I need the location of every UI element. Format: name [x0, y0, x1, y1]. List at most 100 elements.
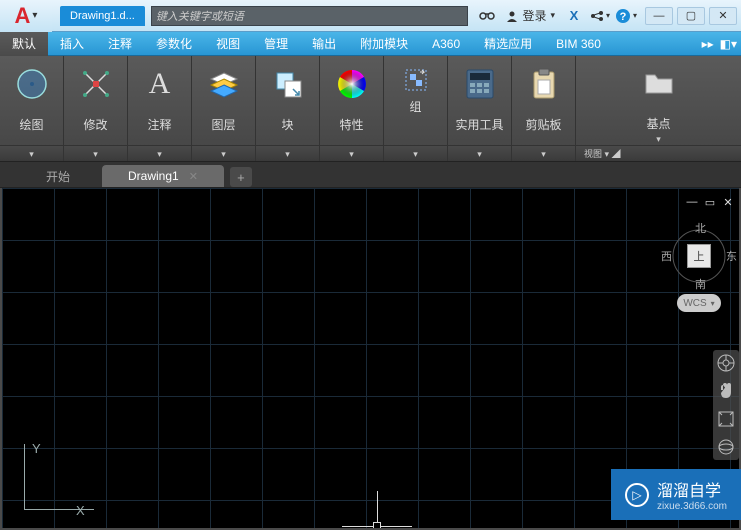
- ribbon-minimize-icon[interactable]: ◧▾: [720, 37, 737, 51]
- panel-block[interactable]: 块 ▾: [256, 56, 320, 161]
- panel-utilities[interactable]: 实用工具 ▾: [448, 56, 512, 161]
- file-name-tab[interactable]: Drawing1.d...: [60, 6, 145, 26]
- layers-icon: [206, 66, 242, 102]
- viewcube-top-face[interactable]: 上: [687, 244, 711, 268]
- panel-label: 修改: [83, 116, 107, 133]
- viewport-controls: — ▭ ✕: [685, 196, 735, 208]
- panel-dropdown-icon[interactable]: ▾: [384, 145, 447, 161]
- folder-icon: [641, 66, 677, 101]
- modify-icon: [78, 66, 114, 102]
- new-tab-button[interactable]: +: [230, 167, 252, 187]
- panel-annotate[interactable]: A 注释 ▾: [128, 56, 192, 161]
- zoom-extents-icon[interactable]: [717, 410, 735, 428]
- tab-annotate[interactable]: 注释: [96, 32, 144, 56]
- panel-base[interactable]: 基点 ▾ 视图 ▾ ◢: [576, 56, 741, 161]
- tab-start[interactable]: 开始: [20, 165, 96, 187]
- wcs-badge[interactable]: WCS▾: [677, 294, 721, 312]
- binoculars-icon[interactable]: [474, 6, 500, 26]
- ribbon-tabs: 默认 插入 注释 参数化 视图 管理 输出 附加模块 A360 精选应用 BIM…: [0, 32, 741, 56]
- login-button[interactable]: 登录 ▾: [500, 7, 561, 24]
- chevron-down-icon: ▾: [633, 11, 637, 20]
- help-icon[interactable]: ? ▾: [613, 6, 639, 26]
- panel-label: 图层: [211, 116, 235, 133]
- chevron-down-icon: ▾: [656, 134, 661, 145]
- panel-label: 实用工具: [455, 116, 503, 133]
- compass-icon[interactable]: 北 南 东 西 上: [669, 226, 729, 286]
- ribbon: 绘图 ▾ 修改 ▾ A 注释 ▾ 图层 ▾ 块 ▾ 特性 ▾: [0, 56, 741, 162]
- maximize-button[interactable]: ▢: [677, 7, 705, 25]
- tab-featured[interactable]: 精选应用: [472, 32, 544, 56]
- compass-north[interactable]: 北: [695, 220, 706, 236]
- tab-parametric[interactable]: 参数化: [144, 32, 204, 56]
- tab-default[interactable]: 默认: [0, 32, 48, 56]
- panel-dropdown-icon[interactable]: ▾: [128, 145, 191, 161]
- tab-output[interactable]: 输出: [300, 32, 348, 56]
- panel-view-dropdown[interactable]: 视图 ▾ ◢: [576, 145, 741, 161]
- panel-label: 绘图: [19, 116, 43, 133]
- calculator-icon: [462, 66, 498, 102]
- compass-south[interactable]: 南: [695, 276, 706, 292]
- watermark: ▷ 溜溜自学 zixue.3d66.com: [611, 469, 741, 520]
- panel-group[interactable]: 组 ▾: [384, 56, 448, 161]
- panel-label: 块: [281, 116, 293, 133]
- person-icon: [506, 10, 518, 22]
- steering-wheel-icon[interactable]: [717, 354, 735, 372]
- tab-a360[interactable]: A360: [420, 32, 472, 56]
- vp-minimize-icon[interactable]: —: [685, 196, 699, 208]
- title-icons-group: 登录 ▾ X ▾ ? ▾ — ▢ ✕: [474, 6, 741, 26]
- panel-layers[interactable]: 图层 ▾: [192, 56, 256, 161]
- chevron-down-icon: ▾: [550, 10, 555, 21]
- vp-maximize-icon[interactable]: ▭: [703, 196, 717, 208]
- minimize-button[interactable]: —: [645, 7, 673, 25]
- document-tabs: 开始 Drawing1 ✕ +: [0, 162, 741, 188]
- app-menu[interactable]: A ▾: [0, 0, 52, 32]
- help-search-input[interactable]: 键入关键字或短语: [151, 6, 469, 26]
- close-tab-icon[interactable]: ✕: [189, 170, 198, 183]
- share-icon[interactable]: ▾: [587, 6, 613, 26]
- pan-icon[interactable]: [717, 382, 735, 400]
- tab-drawing1[interactable]: Drawing1 ✕: [102, 165, 224, 187]
- compass-west[interactable]: 西: [661, 248, 672, 264]
- watermark-url: zixue.3d66.com: [657, 501, 727, 512]
- chevron-down-icon: ▾: [32, 10, 37, 21]
- panel-draw[interactable]: 绘图 ▾: [0, 56, 64, 161]
- watermark-logo-icon: ▷: [625, 483, 649, 507]
- tab-insert[interactable]: 插入: [48, 32, 96, 56]
- panel-label: 基点: [646, 115, 670, 132]
- panel-dropdown-icon[interactable]: ▾: [512, 145, 575, 161]
- circle-icon: [14, 66, 50, 102]
- orbit-icon[interactable]: [717, 438, 735, 456]
- exchange-icon[interactable]: X: [561, 6, 587, 26]
- panel-modify[interactable]: 修改 ▾: [64, 56, 128, 161]
- chevron-down-icon: ▾: [711, 299, 715, 308]
- panel-dropdown-icon[interactable]: ▾: [320, 145, 383, 161]
- tab-addins[interactable]: 附加模块: [348, 32, 420, 56]
- panel-properties[interactable]: 特性 ▾: [320, 56, 384, 161]
- tab-bim360[interactable]: BIM 360: [544, 32, 613, 56]
- panel-clipboard[interactable]: 剪贴板 ▾: [512, 56, 576, 161]
- chevron-down-icon: ▾: [606, 11, 610, 20]
- window-controls: — ▢ ✕: [645, 7, 737, 25]
- panel-dropdown-icon[interactable]: ▾: [64, 145, 127, 161]
- panel-label: 特性: [339, 116, 363, 133]
- tab-view[interactable]: 视图: [204, 32, 252, 56]
- watermark-text: 溜溜自学: [657, 477, 727, 501]
- viewcube[interactable]: 北 南 东 西 上 WCS▾: [665, 222, 733, 312]
- navigation-bar: [713, 350, 739, 460]
- autocad-logo-icon: A: [15, 3, 31, 29]
- group-icon: [398, 64, 434, 96]
- search-placeholder: 键入关键字或短语: [156, 8, 244, 24]
- panel-label: 组: [409, 98, 421, 115]
- tabs-overflow-icon[interactable]: ▸▸: [702, 37, 714, 51]
- panel-dropdown-icon[interactable]: ▾: [256, 145, 319, 161]
- panel-label: 剪贴板: [525, 116, 561, 133]
- tab-manage[interactable]: 管理: [252, 32, 300, 56]
- color-wheel-icon: [334, 66, 370, 102]
- panel-dropdown-icon[interactable]: ▾: [448, 145, 511, 161]
- compass-east[interactable]: 东: [726, 248, 737, 264]
- panel-dropdown-icon[interactable]: ▾: [0, 145, 63, 161]
- panel-label: 注释: [147, 116, 171, 133]
- panel-dropdown-icon[interactable]: ▾: [192, 145, 255, 161]
- vp-close-icon[interactable]: ✕: [721, 196, 735, 208]
- close-button[interactable]: ✕: [709, 7, 737, 25]
